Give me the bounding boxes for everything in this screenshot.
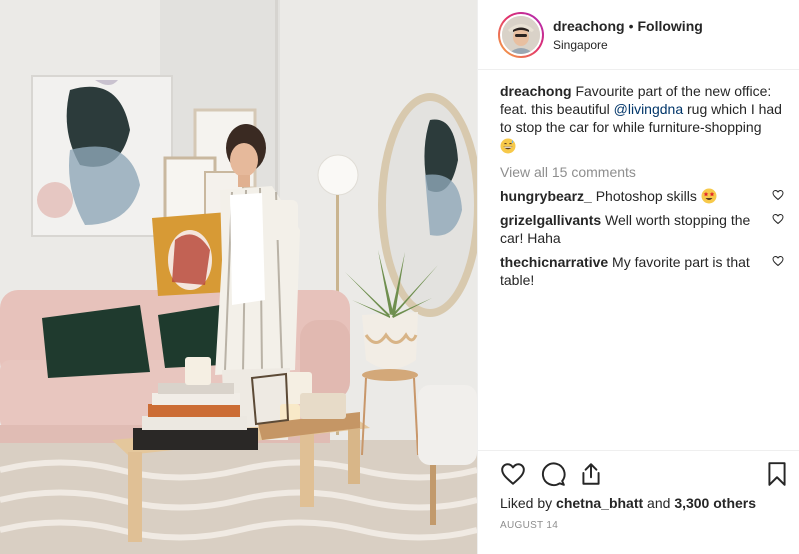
header-text: dreachong • Following Singapore: [553, 17, 703, 53]
comment-username[interactable]: hungrybearz_: [500, 188, 592, 204]
office-photo-illustration: [0, 0, 477, 554]
view-all-comments-link[interactable]: View all 15 comments: [500, 163, 792, 181]
header-username[interactable]: dreachong: [553, 18, 625, 34]
star-struck-emoji-icon: [701, 188, 717, 204]
caption-username[interactable]: dreachong: [500, 83, 572, 99]
grinning-sweat-emoji-icon: [500, 138, 516, 154]
comment-like-heart-icon[interactable]: [772, 255, 784, 267]
avatar[interactable]: [500, 13, 542, 56]
avatar-photo: [502, 15, 540, 54]
post-header: dreachong • Following Singapore: [478, 0, 799, 70]
post-date[interactable]: AUGUST 14: [500, 520, 558, 531]
story-ring[interactable]: [498, 11, 544, 58]
post-photo[interactable]: [0, 0, 477, 554]
instagram-post: dreachong • Following Singapore dreachong …: [0, 0, 799, 554]
comment-item: hungrybearz_ Photoshop skills: [500, 187, 792, 205]
following-button[interactable]: Following: [637, 18, 702, 34]
likes-prefix: Liked by: [500, 495, 557, 511]
comment-like-heart-icon[interactable]: [772, 189, 784, 201]
likes-count-link[interactable]: 3,300 others: [674, 495, 756, 511]
post-caption: dreachong Favourite part of the new offi…: [500, 82, 792, 155]
post-side-panel: dreachong • Following Singapore dreachong …: [477, 0, 799, 554]
share-icon[interactable]: [578, 461, 604, 487]
location-link[interactable]: Singapore: [553, 37, 703, 53]
comment-text: Photoshop skills: [591, 188, 701, 204]
comments-section: dreachong Favourite part of the new offi…: [500, 82, 792, 289]
header-line: dreachong • Following: [553, 17, 703, 35]
likes-middle: and: [643, 495, 675, 511]
action-bar: [478, 450, 799, 494]
comment-username[interactable]: grizelgallivants: [500, 212, 601, 228]
likes-summary: Liked by chetna_bhatt and 3,300 others: [500, 494, 756, 512]
likes-user-link[interactable]: chetna_bhatt: [556, 495, 643, 511]
comment-item: thechicnarrative My favorite part is tha…: [500, 253, 792, 289]
comment-username[interactable]: thechicnarrative: [500, 254, 608, 270]
comment-like-heart-icon[interactable]: [772, 213, 784, 225]
caption-mention[interactable]: @livingdna: [614, 101, 683, 117]
comment-bubble-icon[interactable]: [540, 461, 566, 487]
bookmark-icon[interactable]: [764, 461, 790, 487]
separator-dot: •: [628, 17, 634, 34]
comment-item: grizelgallivants Well worth stopping the…: [500, 211, 792, 247]
heart-icon[interactable]: [500, 461, 526, 487]
